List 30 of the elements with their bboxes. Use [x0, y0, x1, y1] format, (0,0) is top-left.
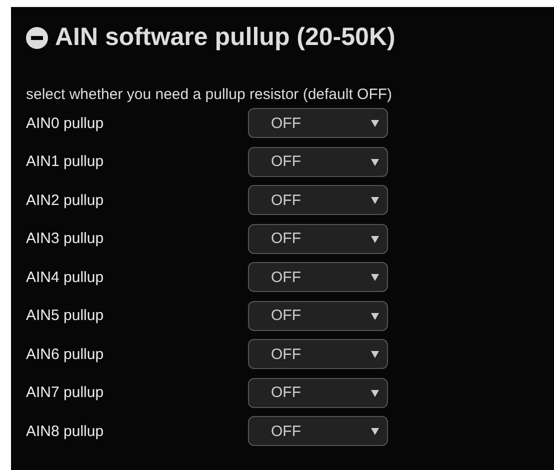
dropdown[interactable]: OFF — [248, 108, 388, 138]
dropdown[interactable]: OFF — [248, 185, 388, 216]
collapse-icon[interactable] — [26, 26, 48, 48]
setting-label: AIN5 pullup — [26, 307, 105, 324]
caret-icon — [371, 312, 379, 320]
caret-icon — [371, 234, 379, 243]
caret-icon — [371, 158, 379, 166]
setting-label: AIN4 pullup — [26, 268, 105, 286]
dropdown[interactable]: OFF — [248, 224, 388, 254]
dropdown[interactable]: OFF — [248, 416, 388, 446]
caret-icon — [371, 196, 379, 204]
dropdown[interactable]: OFF — [248, 262, 388, 292]
dropdown[interactable]: OFF — [248, 378, 388, 408]
setting-label: AIN3 pullup — [26, 230, 105, 248]
section-title: AIN software pullup (20-50K) — [55, 23, 396, 52]
setting-label: AIN2 pullup — [26, 192, 105, 209]
caret-icon — [371, 427, 379, 436]
caret-icon — [371, 273, 379, 282]
caret-icon — [371, 388, 379, 397]
setting-label: AIN1 pullup — [26, 153, 105, 170]
setting-label: AIN8 pullup — [26, 422, 105, 440]
setting-label: AIN0 pullup — [26, 114, 105, 132]
dropdown[interactable]: OFF — [248, 339, 388, 370]
section-description: select whether you need a pullup resistor (default OFF) — [26, 86, 394, 103]
dropdown[interactable]: OFF — [248, 300, 388, 331]
caret-icon — [371, 350, 379, 358]
dropdown[interactable]: OFF — [248, 146, 388, 177]
setting-label: AIN6 pullup — [26, 346, 105, 363]
setting-label: AIN7 pullup — [26, 384, 105, 402]
caret-icon — [371, 119, 379, 128]
